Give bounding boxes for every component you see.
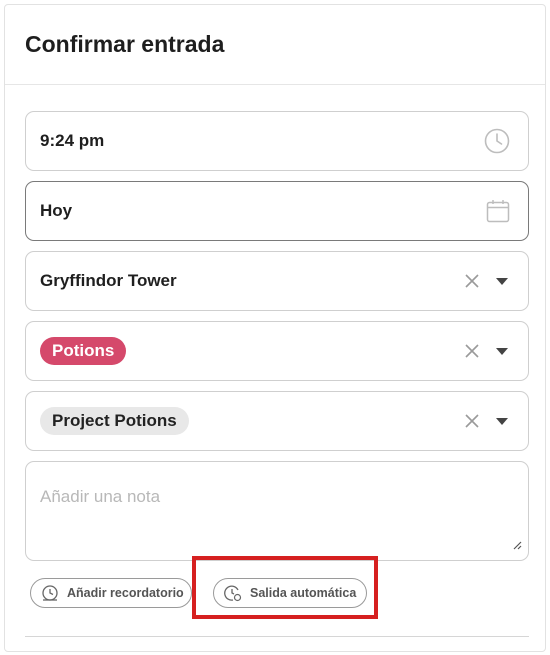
date-field[interactable]: Hoy [25,181,529,241]
tag-dropdown-icon[interactable] [496,347,508,355]
auto-checkout-label: Salida automática [250,586,357,600]
resize-handle-icon[interactable] [512,537,522,555]
time-value: 9:24 pm [40,131,105,150]
tag-value-wrap: Potions [40,337,514,365]
add-reminder-button[interactable]: Añadir recordatorio [30,578,192,608]
clear-location-icon[interactable] [464,273,480,289]
clear-tag-icon[interactable] [464,343,480,359]
footer-divider [25,636,529,637]
clock-icon[interactable] [484,128,510,154]
location-dropdown-icon[interactable] [496,277,508,285]
confirm-entry-dialog: Confirmar entrada 9:24 pm Hoy Gryffindor… [4,4,546,652]
date-value: Hoy [40,201,73,220]
project-value-wrap: Project Potions [40,407,514,435]
location-value: Gryffindor Tower [40,271,177,290]
note-placeholder: Añadir una nota [40,487,161,506]
tag-select[interactable]: Potions [25,321,529,381]
time-field[interactable]: 9:24 pm [25,111,529,171]
project-dropdown-icon[interactable] [496,417,508,425]
tag-pill: Potions [40,337,127,365]
note-textarea[interactable]: Añadir una nota [25,461,529,561]
auto-checkout-button[interactable]: Salida automática [213,578,367,608]
add-reminder-label: Añadir recordatorio [67,586,184,600]
dialog-title: Confirmar entrada [25,31,225,57]
dialog-header: Confirmar entrada [5,5,545,85]
project-select[interactable]: Project Potions [25,391,529,451]
clear-project-icon[interactable] [464,413,480,429]
auto-checkout-icon [224,584,242,602]
tag-controls [464,343,508,359]
bell-clock-icon [41,584,59,602]
location-select[interactable]: Gryffindor Tower [25,251,529,311]
location-controls [464,273,508,289]
project-pill: Project Potions [40,407,189,435]
calendar-icon[interactable] [486,199,510,223]
project-controls [464,413,508,429]
